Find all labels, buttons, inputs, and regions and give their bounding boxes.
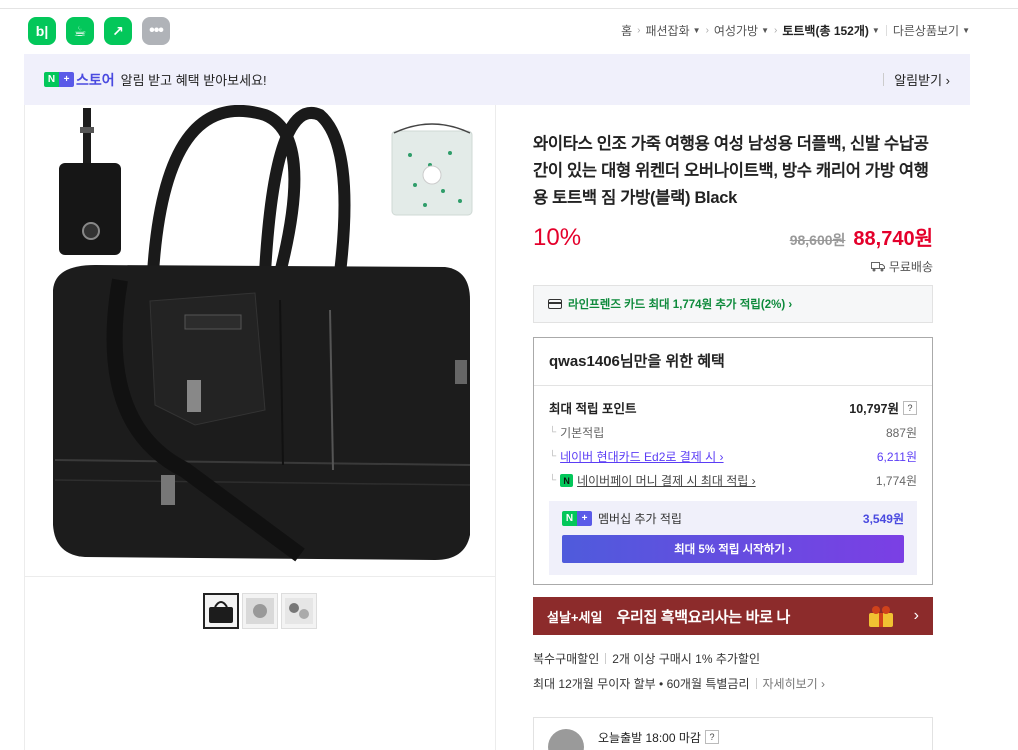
logo-n: N	[562, 511, 577, 526]
promo-text: 우리집 흑백요리사는 바로 나	[616, 608, 791, 626]
membership-label: 멤버십 추가 적립	[598, 512, 682, 526]
price-row: 10% 98,600원 88,740원	[533, 222, 933, 252]
naver-plus-store-logo: N +	[44, 72, 74, 87]
breadcrumb-label: 여성가방	[713, 24, 759, 38]
store-message: 알림 받고 혜택 받아보세요!	[120, 73, 267, 88]
dispatch-label: 오늘출발 18:00 마감	[598, 730, 701, 745]
divider	[605, 653, 607, 664]
thumbnail-bag[interactable]	[203, 593, 239, 629]
app-shortcuts: b| ☕ ↗ •••	[28, 17, 170, 45]
store-notice-banner: N + 스토어 알림 받고 혜택 받아보세요! 알림받기 ›	[24, 54, 970, 105]
hyundai-card-link[interactable]: 네이버 현대카드 Ed2로 결제 시 ›	[560, 448, 723, 465]
breadcrumb-home[interactable]: 홈	[621, 22, 632, 39]
details-link[interactable]: 자세히보기 ›	[763, 675, 826, 692]
divider	[755, 678, 757, 689]
benefit-row-value: 6,211원	[876, 450, 917, 464]
membership-box: N + 멤버십 추가 적립 3,549원 최대 5% 적립 시작하기 ›	[549, 501, 917, 575]
max-point-value: 10,797원	[849, 402, 899, 416]
product-main-image[interactable]	[25, 105, 495, 577]
breadcrumb-separator: ›	[637, 25, 641, 36]
chevron-down-icon: ▼	[871, 26, 880, 35]
promo-tag: 설날+세일	[547, 609, 603, 625]
blog-icon[interactable]: b|	[28, 17, 56, 45]
logo-plus: +	[59, 72, 74, 87]
naver-plus-membership-logo: N +	[562, 511, 592, 526]
final-price: 88,740원	[853, 228, 933, 250]
seollal-sale-banner[interactable]: 설날+세일 우리집 흑백요리사는 바로 나 ›	[533, 597, 933, 635]
product-info-column: 와이타스 인조 가죽 여행용 여성 남성용 더플백, 신발 수납공간이 있는 대…	[533, 105, 933, 750]
naver-pay-icon: N	[560, 474, 574, 487]
alarm-label: 알림받기 ›	[894, 73, 950, 88]
truck-icon	[870, 262, 885, 272]
help-icon[interactable]: ?	[704, 730, 719, 744]
breadcrumb-label: 토트백(총 152개)	[782, 24, 869, 38]
chevron-down-icon: ▼	[962, 26, 970, 35]
membership-row: N + 멤버십 추가 적립 3,549원	[562, 510, 904, 527]
breadcrumb-separator: ›	[705, 25, 709, 36]
benefit-row-value: 887원	[885, 426, 917, 440]
member-benefit-box: qwas1406님만을 위한 혜택 최대 적립 포인트 10,797원 ? └ 기…	[533, 337, 933, 585]
alarm-button[interactable]: 알림받기 ›	[883, 70, 950, 89]
benefit-row-npay: └ N 네이버페이 머니 결제 시 최대 적립 › 1,774원	[549, 472, 917, 489]
benefit-title: qwas1406님만을 위한 혜택	[549, 353, 725, 370]
thumbnail-detail-2[interactable]	[281, 593, 317, 629]
naver-pay-money-link[interactable]: 네이버페이 머니 결제 시 최대 적립 ›	[577, 472, 756, 489]
chevron-right-icon: ›	[913, 607, 919, 624]
credit-card-icon	[548, 299, 562, 309]
start-membership-button[interactable]: 최대 5% 적립 시작하기 ›	[562, 535, 904, 563]
max-point-row: 최대 적립 포인트 10,797원 ?	[549, 398, 917, 417]
membership-value: 3,549원	[862, 512, 904, 526]
installment-info: 최대 12개월 무이자 할부 • 60개월 특별금리 자세히보기 ›	[533, 675, 825, 692]
same-day-dispatch-box: 오늘출발 18:00 마감 ?	[533, 717, 933, 750]
extra-offers: 복수구매할인 2개 이상 구매시 1% 추가할인 최대 12개월 무이자 할부 …	[533, 650, 825, 700]
store-name: 스토어	[76, 71, 115, 88]
max-point-label: 최대 적립 포인트	[549, 402, 637, 416]
product-title: 와이타스 인조 가죽 여행용 여성 남성용 더플백, 신발 수납공간이 있는 대…	[533, 135, 929, 207]
help-icon[interactable]: ?	[903, 400, 917, 415]
gift-box-icon	[868, 606, 893, 627]
product-image-column	[24, 105, 496, 750]
divider	[885, 25, 887, 36]
top-divider	[0, 8, 1018, 9]
indent-marker-icon: └	[549, 475, 557, 486]
more-icon[interactable]: •••	[142, 17, 170, 45]
divider	[883, 73, 885, 86]
shipping-label: 무료배송	[888, 260, 933, 274]
multi-buy-label: 복수구매할인	[533, 652, 600, 666]
discount-rate: 10%	[533, 224, 582, 251]
original-price: 98,600원	[789, 232, 846, 248]
thumbnail-detail-1[interactable]	[242, 593, 278, 629]
other-products-dropdown[interactable]: 다른상품보기 ▼	[893, 22, 970, 39]
indent-marker-icon: └	[549, 427, 557, 438]
indent-marker-icon: └	[549, 451, 557, 462]
breadcrumb-separator: ›	[774, 25, 778, 36]
benefit-row-label: 기본적립	[560, 426, 605, 440]
card-offer-banner[interactable]: 라인프렌즈 카드 최대 1,774원 추가 적립(2%) ›	[533, 285, 933, 323]
shipping-info: 무료배송	[533, 258, 933, 275]
logo-plus: +	[577, 511, 592, 526]
dispatch-icon	[548, 729, 584, 750]
breadcrumb-label: 패션잡화	[645, 24, 690, 38]
breadcrumb-category-womens-bag[interactable]: 여성가방 ▼	[714, 22, 769, 39]
chevron-down-icon: ▼	[692, 26, 701, 35]
breadcrumb-label: 다른상품보기	[892, 24, 960, 38]
logo-n: N	[44, 72, 59, 87]
chevron-down-icon: ▼	[761, 26, 769, 35]
thumbnail-strip	[203, 593, 317, 629]
divider	[534, 385, 932, 386]
naver-shortcut-icon[interactable]: ↗	[104, 17, 132, 45]
breadcrumb: 홈 › 패션잡화 ▼ › 여성가방 ▼ › 토트백(총 152개) ▼ 다른상품보기 ▼	[621, 22, 970, 39]
card-offer-label: 라인프렌즈 카드 최대 1,774원 추가 적립(2%) ›	[568, 299, 793, 311]
installment-label: 최대 12개월 무이자 할부 • 60개월 특별금리	[533, 677, 750, 691]
cafe-icon[interactable]: ☕	[66, 17, 94, 45]
multi-buy-value: 2개 이상 구매시 1% 추가할인	[612, 652, 761, 666]
benefit-row-value: 1,774원	[875, 474, 917, 488]
breadcrumb-category-fashion[interactable]: 패션잡화 ▼	[645, 22, 700, 39]
breadcrumb-category-tote[interactable]: 토트백(총 152개) ▼	[782, 22, 879, 39]
benefit-row-basic: └ 기본적립 887원	[549, 424, 917, 441]
multi-buy-discount: 복수구매할인 2개 이상 구매시 1% 추가할인	[533, 650, 825, 667]
benefit-row-card: └ 네이버 현대카드 Ed2로 결제 시 › 6,211원	[549, 448, 917, 465]
